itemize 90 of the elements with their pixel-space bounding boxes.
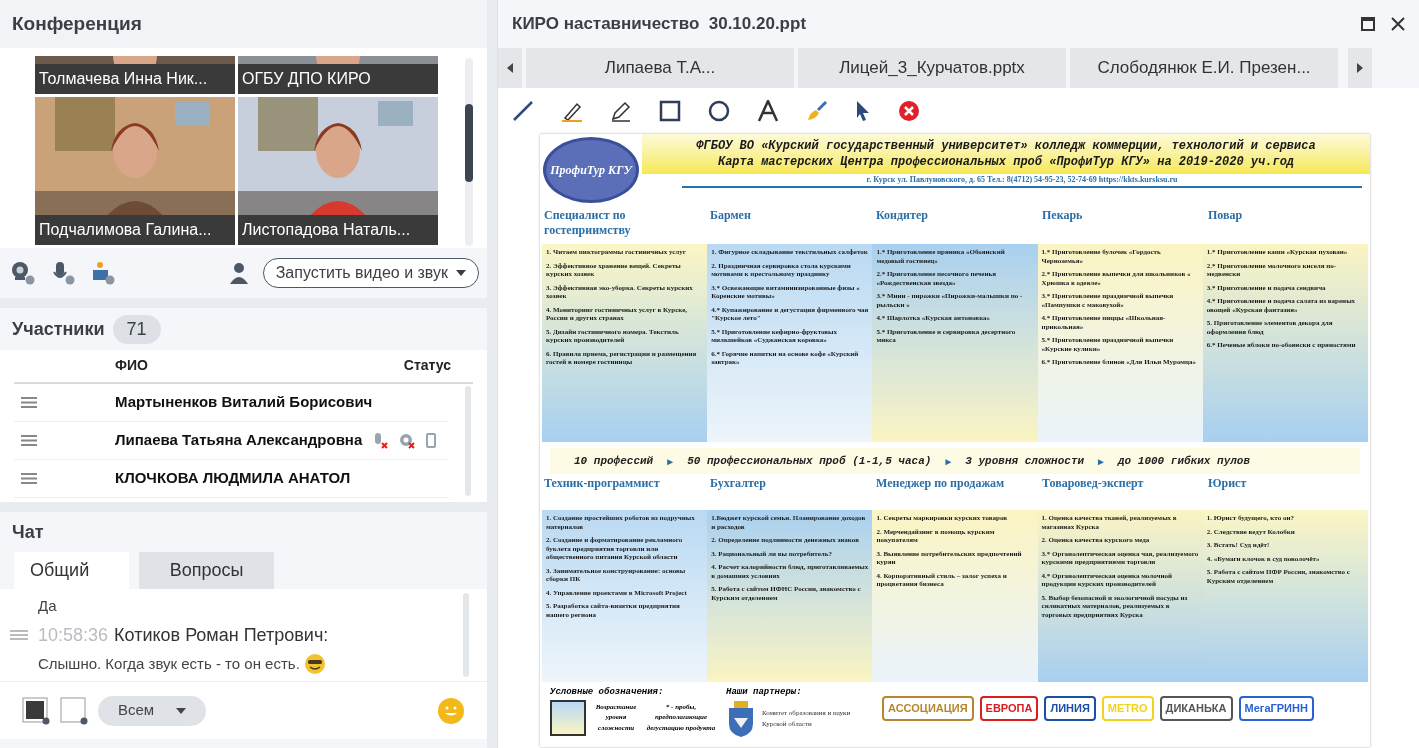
brush-tool-icon[interactable] — [806, 100, 828, 122]
participant-count: 71 — [112, 314, 161, 344]
profession-title: Товаровед-эксперт — [1041, 475, 1145, 491]
camera-off-icon — [398, 432, 417, 449]
drag-handle-icon[interactable] — [21, 435, 37, 446]
microphone-settings-icon[interactable] — [50, 260, 76, 286]
legend-title: Условные обозначения: — [550, 686, 665, 699]
document-tab[interactable]: Слободянюк Е.И. Презен... — [1070, 48, 1338, 88]
bullet-marker: ► — [943, 454, 954, 469]
column-header: Статус — [403, 356, 451, 375]
clear-icon[interactable] — [898, 100, 920, 122]
slide-address: г. Курск ул. Павлуновского, д. 65 Тел.: 8(4712) 54-95-23, 52-74-69 https://kkts.kursksu.ru — [682, 174, 1362, 188]
message-text: Да — [38, 596, 57, 616]
caret-icon — [176, 707, 187, 714]
scrollbar[interactable] — [463, 593, 469, 677]
bullet-marker: ► — [665, 454, 676, 469]
strip-text: 50 профессиональных проб (1-1,5 часа) — [687, 453, 932, 469]
profession-title: Повар — [1207, 207, 1244, 223]
drag-handle-icon[interactable] — [21, 397, 37, 408]
circle-tool-icon[interactable] — [708, 100, 730, 122]
pointer-tool-icon[interactable] — [855, 100, 871, 122]
profession-title: Менеджер по продажам — [875, 475, 1006, 491]
drag-handle-icon[interactable] — [10, 630, 28, 640]
document-tab[interactable]: Лицей_3_Курчатов.pptx — [798, 48, 1066, 88]
right-arrow-icon — [1357, 63, 1363, 73]
gradient-swatch — [550, 699, 586, 736]
partner-logo: ЛИНИЯ — [1044, 696, 1096, 721]
caret-icon — [456, 270, 466, 276]
scroll-left-button[interactable] — [498, 48, 522, 88]
drag-handle-icon[interactable] — [21, 473, 37, 484]
bullet-marker: ► — [1096, 454, 1106, 469]
participant-name: Липаева Татьяна Александровна — [115, 430, 363, 451]
profession-title: Пекарь — [1041, 207, 1084, 223]
close-icon[interactable] — [1391, 17, 1405, 31]
profession-title: Бармен — [709, 207, 752, 223]
slide-heading: Карта мастерских Центра профессиональных проб «ПрофиТур КГУ» на 2019-2020 уч.год — [717, 154, 1295, 170]
panel-title: Участники — [12, 317, 105, 341]
partner-logo: METRO — [1101, 696, 1154, 721]
rectangle-tool-icon[interactable] — [659, 100, 681, 122]
participant-name: КЛОЧКОВА ЛЮДМИЛА АНАТОЛ — [115, 468, 351, 489]
profession-title: Техник-программист — [543, 475, 661, 491]
slide-heading: ФГБОУ ВО «Курский государственный университет» колледж коммерции, технологий и сервиса — [696, 138, 1316, 154]
partner-logo: АССОЦИАЦИЯ — [882, 696, 974, 721]
microphone-off-icon — [372, 432, 389, 449]
scrollbar[interactable] — [465, 386, 471, 496]
profession-title: Бухгалтер — [709, 475, 767, 491]
text-color-picker-icon[interactable] — [22, 696, 50, 725]
highlighter-tool-icon[interactable] — [561, 100, 583, 122]
start-video-dropdown[interactable]: Запустить видео и звук — [262, 258, 479, 288]
scroll-right-button[interactable] — [1348, 48, 1372, 88]
user-icon[interactable] — [228, 262, 249, 284]
sunglasses-emoji-icon — [303, 652, 326, 675]
pencil-tool-icon[interactable] — [610, 100, 632, 122]
participant-name: Листопадова Наталь... — [238, 215, 438, 245]
partners-title: Наши партнеры: — [726, 686, 803, 699]
strip-text: до 1000 гибких пулов — [1118, 453, 1251, 469]
message-author: Котиков Роман Петрович: — [114, 623, 329, 647]
participant-name: Мартыненков Виталий Борисович — [115, 392, 373, 413]
webcam-settings-icon[interactable] — [10, 260, 36, 286]
line-tool-icon[interactable] — [512, 100, 534, 122]
coat-of-arms-icon — [726, 699, 756, 738]
recipient-dropdown[interactable]: Всем — [98, 695, 206, 726]
participant-name: ОГБУ ДПО КИРО — [238, 64, 438, 94]
partner-logo: МегаГРИНН — [1238, 696, 1314, 721]
panel-title: Чат — [12, 520, 44, 544]
chat-tab[interactable]: Общий — [14, 552, 129, 589]
scrollbar[interactable] — [465, 58, 473, 246]
strip-text: 3 уровня сложности — [965, 453, 1085, 469]
presenter-settings-icon[interactable] — [90, 260, 116, 286]
document-tab[interactable]: Липаева Т.А... — [526, 48, 794, 88]
window-title: КИРО наставничество 30.10.20.ppt — [512, 13, 807, 36]
logo-badge: ПрофиТур КГУ — [543, 137, 639, 203]
strip-text: 10 профессий — [574, 453, 654, 469]
text-tool-icon[interactable] — [757, 100, 779, 122]
profession-title: Юрист — [1207, 475, 1248, 491]
column-header: ФИО — [115, 356, 148, 375]
panel-title: Конференция — [12, 11, 142, 36]
message-time: 10:58:36 — [38, 623, 109, 647]
background-color-picker-icon[interactable] — [60, 696, 88, 725]
chat-tab[interactable]: Вопросы — [139, 552, 274, 589]
device-icon — [426, 432, 437, 449]
partner-logo: ЕВРОПА — [979, 696, 1039, 721]
left-arrow-icon — [507, 63, 513, 73]
profession-title: Кондитер — [875, 207, 929, 223]
partner-logo: ДИКАНЬКА — [1159, 696, 1233, 721]
maximize-icon[interactable] — [1361, 17, 1375, 31]
profession-title: Специалист по гостеприимству — [543, 207, 632, 238]
participant-name: Толмачева Инна Ник... — [35, 64, 235, 94]
participant-name: Подчалимова Галина... — [35, 215, 235, 245]
message-text: Слышно. Когда звук есть - то он есть. — [38, 653, 300, 674]
